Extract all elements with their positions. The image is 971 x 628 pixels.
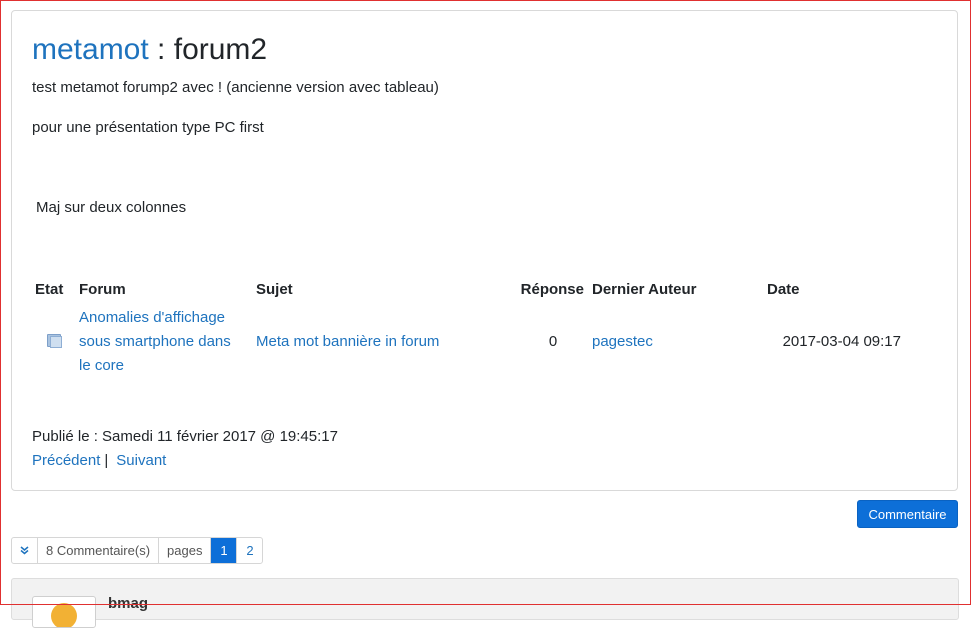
article-footer: Publié le : Samedi 11 février 2017 @ 19:… xyxy=(32,425,338,473)
title-separator: : xyxy=(148,33,174,66)
previous-link[interactable]: Précédent xyxy=(32,452,100,469)
pages-label: pages xyxy=(159,538,212,563)
table-row: Anomalies d'affichage sous smartphone dan… xyxy=(32,306,927,378)
forum-table: Etat Forum Sujet Réponse Dernier Auteur … xyxy=(32,281,927,378)
forum-link[interactable]: Anomalies d'affichage sous smartphone dan… xyxy=(79,309,231,374)
site-link[interactable]: metamot xyxy=(32,33,149,66)
comments-pager: 8 Commentaire(s) pages 1 2 xyxy=(11,537,264,564)
article-card: metamot : forum2 test metamot forump2 av… xyxy=(11,10,958,491)
intro-text: test metamot forump2 avec ! (ancienne ve… xyxy=(32,79,439,96)
col-dernier-auteur: Dernier Auteur xyxy=(592,281,697,298)
update-text: Maj sur deux colonnes xyxy=(36,199,187,216)
comment-author: bmag xyxy=(108,595,149,612)
sujet-link[interactable]: Meta mot bannière in forum xyxy=(256,333,439,350)
table-header-row: Etat Forum Sujet Réponse Dernier Auteur … xyxy=(32,281,927,306)
published-date: Publié le : Samedi 11 février 2017 @ 19:… xyxy=(32,428,338,445)
avatar xyxy=(32,596,96,628)
col-date: Date xyxy=(767,281,800,298)
article-name: forum2 xyxy=(173,33,268,66)
col-etat: Etat xyxy=(35,281,64,298)
col-reponse: Réponse xyxy=(520,281,584,298)
comment-button[interactable]: Commentaire xyxy=(857,500,958,528)
comment-item: bmag xyxy=(11,578,959,628)
comment-count: 8 Commentaire(s) xyxy=(38,538,160,563)
double-chevron-down-icon[interactable] xyxy=(12,538,38,563)
last-date: 2017-03-04 09:17 xyxy=(782,333,901,350)
page-2-button[interactable]: 2 xyxy=(237,538,262,563)
page-1-button[interactable]: 1 xyxy=(211,538,238,563)
nav-separator: | xyxy=(104,452,109,469)
col-forum: Forum xyxy=(79,281,126,298)
presentation-text: pour une présentation type PC first xyxy=(32,119,264,136)
page-title: metamot : forum2 xyxy=(32,32,267,68)
author-link[interactable]: pagestec xyxy=(592,333,653,350)
reponse-count: 0 xyxy=(548,333,558,350)
next-link[interactable]: Suivant xyxy=(116,452,166,469)
col-sujet: Sujet xyxy=(256,281,293,298)
folder-icon xyxy=(46,333,62,348)
